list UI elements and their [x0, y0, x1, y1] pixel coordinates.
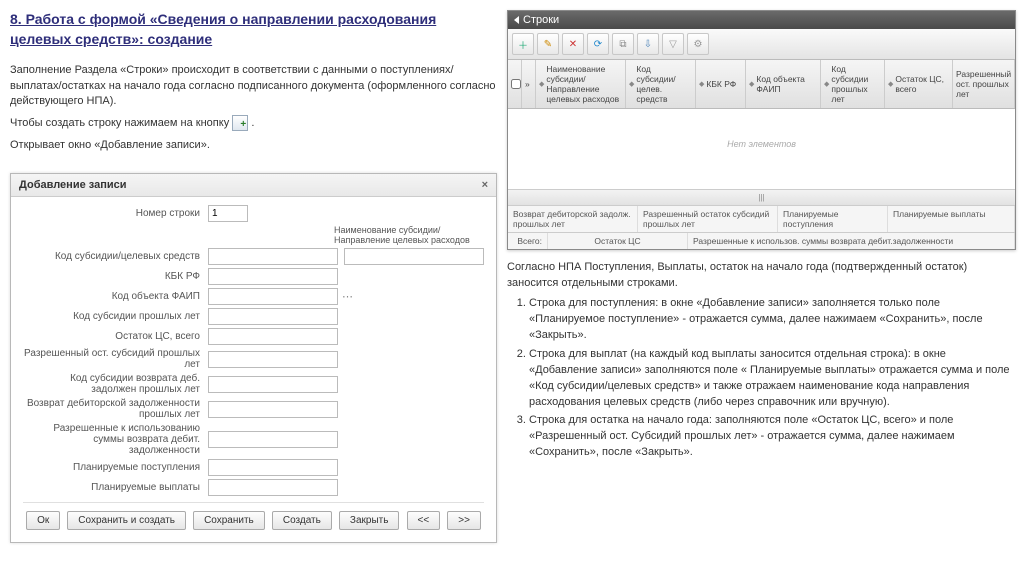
- footer-cell: Разрешенный остаток субсидий прошлых лет: [638, 206, 778, 232]
- pager[interactable]: |||: [508, 189, 1015, 205]
- label: Код субсидии прошлых лет: [23, 311, 208, 322]
- chevron-left-icon[interactable]: [514, 16, 519, 24]
- lookup-icon[interactable]: ⋯: [342, 290, 353, 303]
- edit-icon[interactable]: ✎: [537, 33, 559, 55]
- paragraph-1: Заполнение Раздела «Строки» происходит в…: [10, 63, 497, 109]
- allowed-return-input[interactable]: [208, 431, 338, 448]
- col-header[interactable]: Разрешенный ост. прошлых лет: [956, 69, 1011, 99]
- add-row-icon: [232, 115, 248, 131]
- list-item: Строка для остатка на начало года: запол…: [529, 413, 1016, 461]
- add-record-dialog: Добавление записи × Номер строки Наимено…: [10, 173, 497, 543]
- text: .: [251, 117, 254, 129]
- panel-title: Строки: [523, 14, 559, 26]
- text: Согласно НПА Поступления, Выплаты, остат…: [507, 260, 1016, 292]
- grid-header: » ◆Наименование субсидии/Направление цел…: [508, 60, 1015, 109]
- save-button[interactable]: Сохранить: [193, 511, 265, 530]
- rows-panel: Строки ＋ ✎ ✕ ⟳ ⧉ ⇩ ▽ ⚙ » ◆Наименование с…: [507, 10, 1016, 250]
- paragraph-3: Открывает окно «Добавление записи».: [10, 138, 497, 153]
- label: Код субсидии/целевых средств: [23, 251, 208, 262]
- footer-cell: Планируемые поступления: [778, 206, 888, 232]
- total-label: Всего:: [508, 233, 548, 249]
- footer-cell: Возврат дебиторской задолж. прошлых лет: [508, 206, 638, 232]
- expand-icon[interactable]: »: [522, 60, 536, 108]
- save-create-button[interactable]: Сохранить и создать: [67, 511, 186, 530]
- col-header[interactable]: КБК РФ: [706, 79, 736, 89]
- label: Наименование субсидии/Направление целевы…: [334, 225, 484, 245]
- subsidy-code-input[interactable]: [208, 248, 338, 265]
- label: Остаток ЦС, всего: [23, 331, 208, 342]
- toolbar: ＋ ✎ ✕ ⟳ ⧉ ⇩ ▽ ⚙: [508, 29, 1015, 60]
- debit-return-input[interactable]: [208, 401, 338, 418]
- label: Планируемые поступления: [23, 462, 208, 473]
- list-item: Строка для поступления: в окне «Добавлен…: [529, 296, 1016, 344]
- label: Код объекта ФАИП: [23, 291, 208, 302]
- subsidy-name-input[interactable]: [344, 248, 484, 265]
- kbk-input[interactable]: [208, 268, 338, 285]
- footer-cell: Разрешенные к использов. суммы возврата …: [688, 233, 1015, 249]
- faip-code-input[interactable]: [208, 288, 338, 305]
- text: Чтобы создать строку нажимаем на кнопку: [10, 117, 232, 129]
- allowed-balance-input[interactable]: [208, 351, 338, 368]
- label: Разрешенный ост. субсидий прошлых лет: [23, 348, 208, 370]
- create-button[interactable]: Создать: [272, 511, 332, 530]
- col-header[interactable]: Остаток ЦС, всего: [895, 74, 949, 94]
- ok-button[interactable]: Ок: [26, 511, 60, 530]
- col-header[interactable]: Наименование субсидии/Направление целевы…: [546, 64, 622, 104]
- prev-button[interactable]: <<: [407, 511, 441, 530]
- page-title: 8. Работа с формой «Сведения о направлен…: [10, 10, 497, 49]
- col-header[interactable]: Код объекта ФАИП: [756, 74, 817, 94]
- grid-empty: Нет элементов: [508, 109, 1015, 189]
- label: Номер строки: [23, 208, 208, 219]
- close-button[interactable]: Закрыть: [339, 511, 400, 530]
- settings-icon[interactable]: ⚙: [687, 33, 709, 55]
- label: КБК РФ: [23, 271, 208, 282]
- copy-icon[interactable]: ⧉: [612, 33, 634, 55]
- refresh-icon[interactable]: ⟳: [587, 33, 609, 55]
- close-icon[interactable]: ×: [482, 179, 488, 191]
- prev-subsidy-code-input[interactable]: [208, 308, 338, 325]
- balance-input[interactable]: [208, 328, 338, 345]
- next-button[interactable]: >>: [447, 511, 481, 530]
- row-number-input[interactable]: [208, 205, 248, 222]
- label: Планируемые выплаты: [23, 482, 208, 493]
- label: Код субсидии возврата деб. задолжен прош…: [23, 373, 208, 395]
- col-header[interactable]: Код субсидии прошлых лет: [831, 64, 881, 104]
- col-header[interactable]: Код субсидии/целев. средств: [636, 64, 692, 104]
- export-icon[interactable]: ⇩: [637, 33, 659, 55]
- dialog-title: Добавление записи: [19, 179, 127, 191]
- footer-cell: Планируемые выплаты: [888, 206, 1015, 232]
- footer-cell: Остаток ЦС: [548, 233, 688, 249]
- add-icon[interactable]: ＋: [512, 33, 534, 55]
- label: Возврат дебиторской задолженности прошлы…: [23, 398, 208, 420]
- delete-icon[interactable]: ✕: [562, 33, 584, 55]
- select-all-checkbox[interactable]: [511, 79, 521, 89]
- list-item: Строка для выплат (на каждый код выплаты…: [529, 347, 1016, 411]
- filter-icon[interactable]: ▽: [662, 33, 684, 55]
- planned-income-input[interactable]: [208, 459, 338, 476]
- debit-return-code-input[interactable]: [208, 376, 338, 393]
- paragraph-2: Чтобы создать строку нажимаем на кнопку …: [10, 115, 497, 131]
- instructions: Согласно НПА Поступления, Выплаты, остат…: [507, 260, 1016, 461]
- planned-payment-input[interactable]: [208, 479, 338, 496]
- label: Разрешенные к использованию суммы возвра…: [23, 423, 208, 456]
